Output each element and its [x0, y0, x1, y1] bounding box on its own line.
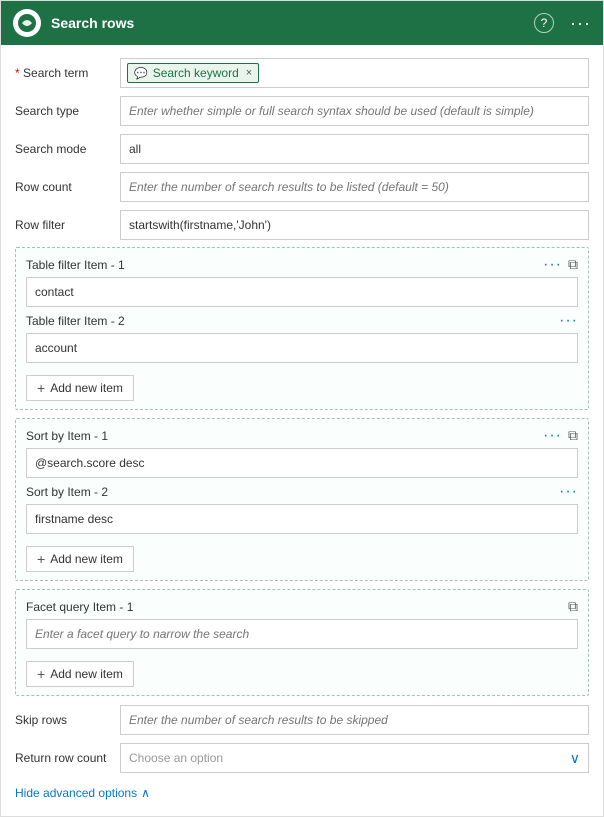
facet-query-add-label: Add new item	[50, 667, 123, 681]
sort-by-add-label: Add new item	[50, 552, 123, 566]
table-filter-item-2-dots[interactable]: ···	[559, 313, 578, 329]
sort-by-item-1-header: Sort by Item - 1 ··· ⧉	[26, 427, 578, 444]
table-filter-item-1-actions: ··· ⧉	[543, 256, 578, 273]
search-type-label: Search type	[15, 104, 120, 118]
sort-by-item-1-input[interactable]	[26, 448, 578, 478]
title-bar: Search rows ? ···	[1, 1, 603, 45]
hide-advanced-button[interactable]: Hide advanced options ∧	[15, 782, 589, 804]
sort-by-item-1-dots[interactable]: ···	[543, 428, 562, 444]
search-type-input[interactable]	[120, 96, 589, 126]
chat-icon: 💬	[134, 67, 148, 80]
table-filter-item-1-dots[interactable]: ···	[543, 257, 562, 273]
facet-query-section: Facet query Item - 1 ⧉ + Add new item	[15, 589, 589, 696]
row-count-row: Row count	[15, 171, 589, 203]
chip-close-button[interactable]: ×	[246, 67, 252, 79]
skip-rows-label: Skip rows	[15, 713, 120, 727]
search-type-row: Search type	[15, 95, 589, 127]
search-term-row: Search term 💬 Search keyword ×	[15, 57, 589, 89]
search-mode-label: Search mode	[15, 142, 120, 156]
table-filter-item-2-header: Table filter Item - 2 ···	[26, 313, 578, 329]
plus-icon: +	[37, 380, 45, 396]
sort-by-add-button[interactable]: + Add new item	[26, 546, 134, 572]
sort-by-item-2-input[interactable]	[26, 504, 578, 534]
table-filter-item-1-copy-icon[interactable]: ⧉	[568, 256, 578, 273]
facet-query-item-1-label: Facet query Item - 1	[26, 600, 133, 614]
sort-by-item-1-label: Sort by Item - 1	[26, 429, 108, 443]
facet-query-item-1-actions: ⧉	[568, 598, 578, 615]
search-keyword-chip[interactable]: 💬 Search keyword ×	[127, 63, 259, 83]
table-filter-item-1-header: Table filter Item - 1 ··· ⧉	[26, 256, 578, 273]
skip-rows-input[interactable]	[120, 705, 589, 735]
table-filter-add-button[interactable]: + Add new item	[26, 375, 134, 401]
search-term-label: Search term	[15, 66, 120, 80]
chevron-down-icon: ∨	[570, 750, 580, 767]
skip-rows-row: Skip rows	[15, 704, 589, 736]
sort-by-item-2-actions: ···	[559, 484, 578, 500]
sort-by-item-1: Sort by Item - 1 ··· ⧉	[26, 427, 578, 478]
sort-by-item-2-dots[interactable]: ···	[559, 484, 578, 500]
search-mode-row: Search mode	[15, 133, 589, 165]
row-count-input[interactable]	[120, 172, 589, 202]
table-filter-item-1-input[interactable]	[26, 277, 578, 307]
facet-query-item-1-header: Facet query Item - 1 ⧉	[26, 598, 578, 615]
row-filter-input[interactable]	[120, 210, 589, 240]
return-row-count-label: Return row count	[15, 751, 120, 765]
sort-by-item-2-label: Sort by Item - 2	[26, 485, 108, 499]
table-filter-section: Table filter Item - 1 ··· ⧉ Table filter…	[15, 247, 589, 410]
table-filter-item-2-label: Table filter Item - 2	[26, 314, 125, 328]
plus-icon-facet: +	[37, 666, 45, 682]
table-filter-item-2-input[interactable]	[26, 333, 578, 363]
page-title: Search rows	[51, 15, 524, 31]
search-term-chip-container[interactable]: 💬 Search keyword ×	[120, 58, 589, 88]
hide-advanced-label: Hide advanced options	[15, 786, 137, 800]
facet-query-item-1-input[interactable]	[26, 619, 578, 649]
sort-by-item-2-header: Sort by Item - 2 ···	[26, 484, 578, 500]
table-filter-item-2-actions: ···	[559, 313, 578, 329]
row-filter-row: Row filter	[15, 209, 589, 241]
form-content: Search term 💬 Search keyword × Search ty…	[1, 45, 603, 816]
more-options-icon[interactable]: ···	[570, 13, 591, 34]
search-mode-input[interactable]	[120, 134, 589, 164]
row-filter-label: Row filter	[15, 218, 120, 232]
return-row-count-placeholder: Choose an option	[129, 751, 223, 765]
chip-text: Search keyword	[153, 66, 239, 80]
help-icon[interactable]: ?	[534, 13, 554, 33]
sort-by-item-2: Sort by Item - 2 ···	[26, 484, 578, 534]
table-filter-item-1-label: Table filter Item - 1	[26, 258, 125, 272]
chevron-up-icon: ∧	[141, 786, 150, 800]
facet-query-copy-icon[interactable]: ⧉	[568, 598, 578, 615]
plus-icon-sort: +	[37, 551, 45, 567]
return-row-count-select[interactable]: Choose an option ∨	[120, 743, 589, 773]
app-logo	[13, 9, 41, 37]
facet-query-add-button[interactable]: + Add new item	[26, 661, 134, 687]
sort-by-section: Sort by Item - 1 ··· ⧉ Sort by Item - 2 …	[15, 418, 589, 581]
sort-by-item-1-copy-icon[interactable]: ⧉	[568, 427, 578, 444]
title-actions: ? ···	[534, 13, 591, 34]
row-count-label: Row count	[15, 180, 120, 194]
table-filter-add-label: Add new item	[50, 381, 123, 395]
facet-query-item-1: Facet query Item - 1 ⧉	[26, 598, 578, 649]
return-row-count-row: Return row count Choose an option ∨	[15, 742, 589, 774]
table-filter-item-1: Table filter Item - 1 ··· ⧉	[26, 256, 578, 307]
sort-by-item-1-actions: ··· ⧉	[543, 427, 578, 444]
table-filter-item-2: Table filter Item - 2 ···	[26, 313, 578, 363]
